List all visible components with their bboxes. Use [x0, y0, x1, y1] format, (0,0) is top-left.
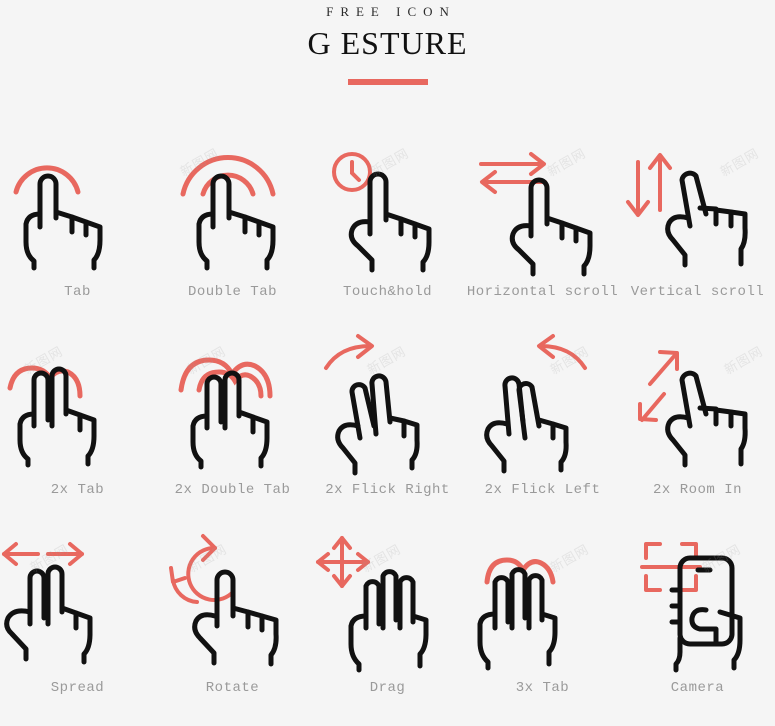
icon-cell-2x-flick-right[interactable]: 2x Flick Right: [310, 330, 465, 528]
page-title: G ESTURE: [307, 25, 468, 61]
icon-cell-2x-tab[interactable]: 2x Tab: [0, 330, 155, 528]
icon-label: Double Tab: [187, 284, 277, 300]
icon-label: Touch&hold: [342, 284, 432, 300]
two-finger-tap-icon: [0, 330, 155, 480]
icon-cell-horizontal-scroll[interactable]: Horizontal scroll: [465, 132, 620, 330]
icon-label: Drag: [369, 680, 406, 696]
two-finger-double-tap-icon: [155, 330, 310, 480]
two-finger-zoom-in-icon: [620, 330, 775, 480]
touch-and-hold-icon: [310, 132, 465, 282]
icon-row: 2x Tab 2x Double Tab 2x Flick Right 2x F…: [0, 330, 775, 528]
icon-label: 2x Flick Left: [484, 482, 601, 498]
header: FREE ICON G ESTURE: [0, 0, 775, 85]
icon-cell-spread[interactable]: Spread: [0, 528, 155, 726]
vertical-scroll-icon: [620, 132, 775, 282]
icon-row: Spread Rotate Drag 3x Tab Camera: [0, 528, 775, 726]
icon-cell-2x-flick-left[interactable]: 2x Flick Left: [465, 330, 620, 528]
icon-label: 3x Tab: [515, 680, 570, 696]
drag-icon: [310, 528, 465, 678]
icon-label: 2x Tab: [50, 482, 105, 498]
rotate-icon: [155, 528, 310, 678]
icon-cell-2x-room-in[interactable]: 2x Room In: [620, 330, 775, 528]
three-finger-tap-icon: [465, 528, 620, 678]
icon-label: Camera: [670, 680, 725, 696]
icon-label: 2x Room In: [652, 482, 742, 498]
icon-cell-tab[interactable]: Tab: [0, 132, 155, 330]
icon-cell-double-tab[interactable]: Double Tab: [155, 132, 310, 330]
icon-cell-camera[interactable]: Camera: [620, 528, 775, 726]
icon-cell-rotate[interactable]: Rotate: [155, 528, 310, 726]
icon-cell-touch-hold[interactable]: Touch&hold: [310, 132, 465, 330]
icon-label: Spread: [50, 680, 105, 696]
icon-cell-vertical-scroll[interactable]: Vertical scroll: [620, 132, 775, 330]
icon-cell-2x-double-tab[interactable]: 2x Double Tab: [155, 330, 310, 528]
horizontal-scroll-icon: [465, 132, 620, 282]
title-divider: [347, 78, 428, 85]
icon-label: Tab: [64, 284, 91, 300]
icon-label: 2x Flick Right: [325, 482, 450, 498]
icon-row: Tab Double Tab Touch&hold Horizontal scr…: [0, 132, 775, 330]
two-finger-flick-left-icon: [465, 330, 620, 480]
icon-cell-drag[interactable]: Drag: [310, 528, 465, 726]
icon-label: Rotate: [205, 680, 260, 696]
gesture-icon-sheet: FREE ICON G ESTURE Tab Double Tab Touch&…: [0, 0, 775, 707]
icon-label: 2x Double Tab: [174, 482, 291, 498]
kicker-text: FREE ICON: [326, 4, 456, 19]
camera-icon: [620, 528, 775, 678]
icon-label: Vertical scroll: [630, 284, 765, 300]
one-finger-double-tap-icon: [155, 132, 310, 282]
icon-cell-3x-tab[interactable]: 3x Tab: [465, 528, 620, 726]
two-finger-flick-right-icon: [310, 330, 465, 480]
spread-icon: [0, 528, 155, 678]
icon-grid: Tab Double Tab Touch&hold Horizontal scr…: [0, 132, 775, 726]
icon-label: Horizontal scroll: [466, 284, 619, 300]
one-finger-tap-icon: [0, 132, 155, 282]
